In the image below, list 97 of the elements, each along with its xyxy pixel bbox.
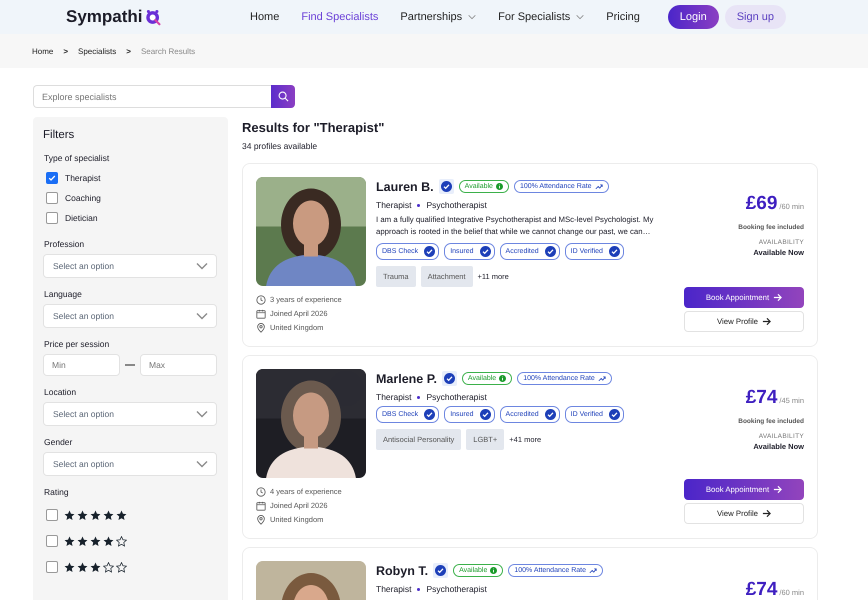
- filters-title: Filters: [43, 129, 76, 141]
- trend-up-icon: [598, 375, 606, 382]
- star-icon: [90, 562, 101, 572]
- checkbox[interactable]: [46, 561, 58, 573]
- star-icon: [77, 536, 88, 546]
- check-circle-icon: [544, 409, 556, 420]
- checkbox-label: Therapist: [65, 173, 100, 183]
- arrow-right-icon: [773, 485, 782, 494]
- star-icon: [103, 536, 114, 546]
- session-price: £74: [746, 579, 778, 600]
- sign-up-button[interactable]: Sign up: [724, 5, 786, 29]
- results-count: 34 profiles available: [242, 141, 318, 151]
- min-price-field[interactable]: Min: [43, 354, 120, 376]
- clock-icon: [256, 486, 266, 496]
- breadcrumb-link[interactable]: Specialists: [78, 46, 116, 56]
- checkbox-label: Dietician: [65, 213, 98, 223]
- select-dropdown[interactable]: Select an option: [43, 304, 217, 328]
- login-button[interactable]: Login: [668, 5, 719, 29]
- select-dropdown[interactable]: Select an option: [43, 452, 217, 476]
- chevron-down-icon: [196, 410, 208, 418]
- check-icon: [48, 174, 56, 182]
- specialist-role: Psychotherapist: [426, 200, 487, 210]
- star-outline-icon: [116, 536, 127, 546]
- nav-link[interactable]: Home: [250, 11, 280, 23]
- calendar-icon: [256, 308, 266, 318]
- nav-link[interactable]: Partnerships: [400, 11, 476, 23]
- logo-icon: [144, 8, 162, 26]
- arrow-right-icon: [762, 509, 772, 518]
- filter-label: Profession: [44, 239, 86, 249]
- filter-label: Location: [44, 387, 78, 397]
- arrow-right-icon: [762, 317, 772, 326]
- star-icon: [103, 510, 114, 520]
- calendar-icon: [256, 500, 266, 510]
- star-icon: [64, 510, 75, 520]
- breadcrumb-separator: >: [63, 46, 68, 56]
- filter-label: Price per session: [44, 339, 110, 349]
- chevron-down-icon: [196, 262, 208, 270]
- specialist-name[interactable]: Lauren B.: [376, 180, 434, 194]
- nav-link[interactable]: Pricing: [606, 11, 640, 23]
- logo-wordmark[interactable]: Sympathi: [66, 7, 143, 27]
- specialist-name[interactable]: Robyn T.: [376, 564, 428, 578]
- info-icon: [490, 567, 498, 574]
- select-dropdown[interactable]: Select an option: [43, 254, 217, 278]
- check-circle-icon: [480, 409, 491, 420]
- check-circle-icon: [480, 246, 491, 257]
- nav-link[interactable]: For Specialists: [498, 11, 584, 23]
- breadcrumb-link[interactable]: Home: [32, 46, 54, 56]
- checkbox[interactable]: [46, 535, 58, 547]
- checkbox[interactable]: [46, 212, 58, 224]
- star-icon: [64, 562, 75, 572]
- info-icon: [499, 375, 506, 382]
- checkbox[interactable]: [46, 509, 58, 521]
- search-button[interactable]: [271, 85, 295, 108]
- specialist-role: Therapist: [376, 200, 412, 210]
- breadcrumb-separator: >: [126, 46, 131, 56]
- arrow-right-icon: [773, 293, 782, 302]
- specialist-role: Therapist: [376, 392, 412, 402]
- specialist-role: Psychotherapist: [426, 392, 487, 402]
- location-pin-icon: [256, 514, 266, 524]
- checkbox[interactable]: [46, 192, 58, 204]
- check-circle-icon: [424, 409, 436, 420]
- nav-link[interactable]: Find Specialists: [301, 11, 378, 23]
- specialist-role: Therapist: [376, 584, 412, 594]
- location-pin-icon: [256, 322, 266, 332]
- check-circle-icon: [608, 409, 620, 420]
- clock-icon: [256, 294, 266, 304]
- session-price: £69: [746, 193, 778, 215]
- chevron-down-icon: [196, 460, 208, 468]
- trend-up-icon: [589, 567, 597, 574]
- checkbox[interactable]: [46, 172, 58, 184]
- star-outline-icon: [103, 562, 114, 572]
- specialist-name[interactable]: Marlene P.: [376, 372, 437, 386]
- max-price-field[interactable]: Max: [140, 354, 217, 376]
- star-icon: [64, 536, 75, 546]
- filter-label: Gender: [44, 437, 74, 447]
- filter-label: Type of specialist: [44, 153, 110, 163]
- search-field[interactable]: Explore specialists: [33, 85, 271, 108]
- chevron-down-icon: [196, 312, 208, 320]
- star-icon: [77, 562, 88, 572]
- select-dropdown[interactable]: Select an option: [43, 402, 217, 426]
- check-circle-icon: [424, 246, 436, 257]
- search-icon: [278, 91, 288, 102]
- check-circle-icon: [608, 246, 620, 257]
- filter-label: Language: [44, 289, 83, 299]
- star-outline-icon: [116, 562, 127, 572]
- star-icon: [90, 536, 101, 546]
- trend-up-icon: [594, 183, 603, 190]
- check-circle-icon: [544, 246, 556, 257]
- specialist-role: Psychotherapist: [426, 584, 487, 594]
- session-price: £74: [746, 387, 778, 409]
- star-icon: [116, 510, 127, 520]
- star-icon: [77, 510, 88, 520]
- star-icon: [90, 510, 101, 520]
- info-icon: [496, 183, 503, 190]
- filter-label: Rating: [44, 487, 70, 497]
- results-heading: Results for "Therapist": [242, 120, 386, 135]
- checkbox-label: Coaching: [65, 193, 101, 203]
